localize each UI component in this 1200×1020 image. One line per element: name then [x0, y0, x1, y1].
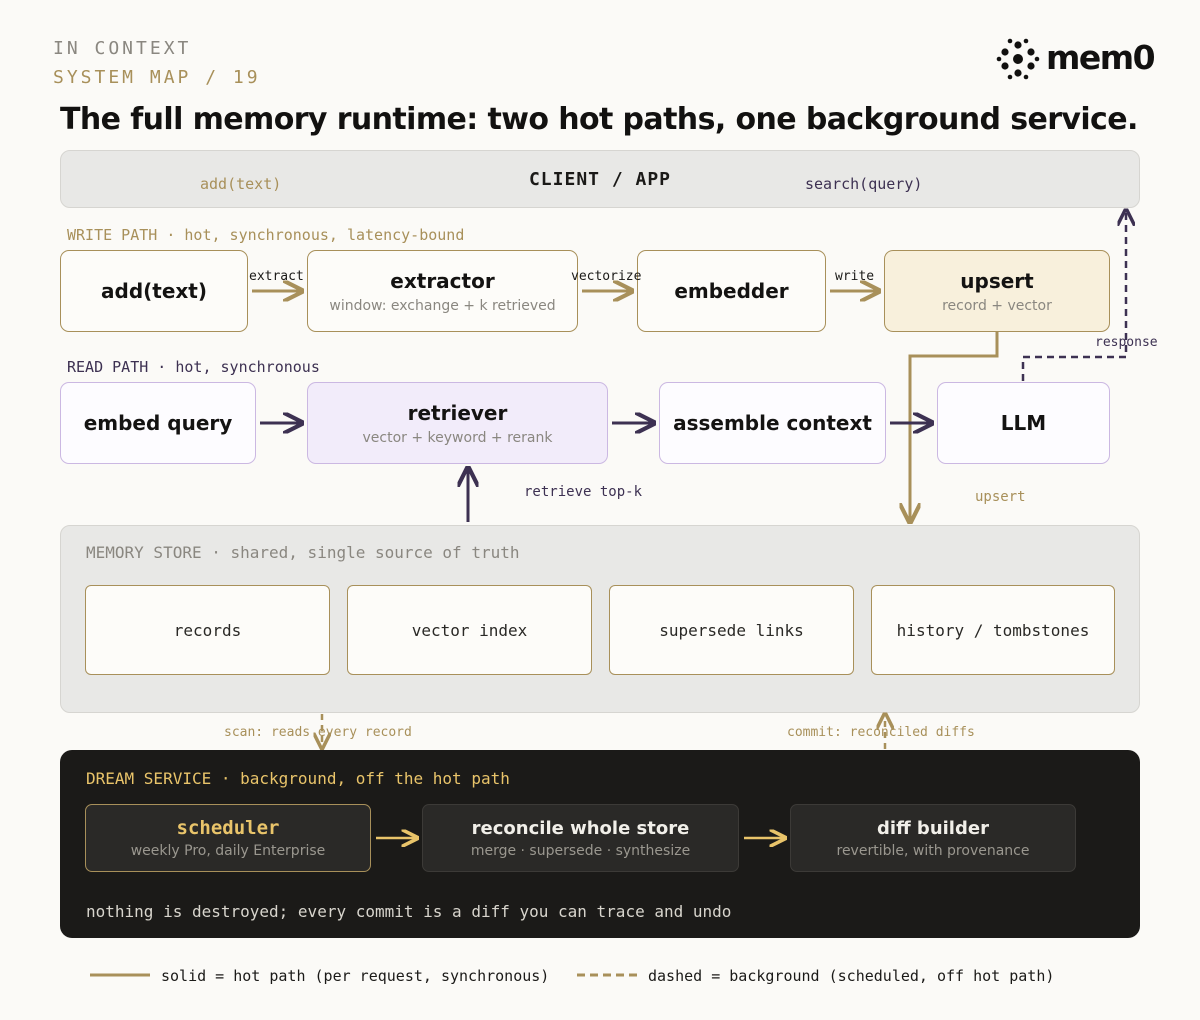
- client-search-call: search(query): [805, 175, 923, 193]
- write-node-embedder: embedder: [637, 250, 826, 332]
- write-node-extractor: extractor window: exchange + k retrieved: [307, 250, 578, 332]
- write-node-title: upsert: [960, 268, 1034, 293]
- edge-label-write: write: [835, 269, 875, 284]
- upsert-edge-label: upsert: [975, 489, 1026, 505]
- edge-label-extract: extract: [249, 269, 304, 284]
- logo-wordmark: mem0: [1046, 38, 1156, 77]
- kicker-system-map: SYSTEM MAP / 19: [53, 67, 261, 88]
- dream-node-subtitle: weekly Pro, daily Enterprise: [130, 843, 326, 859]
- read-node-llm: LLM: [937, 382, 1110, 464]
- read-node-title: embed query: [83, 411, 233, 435]
- write-node-title: embedder: [674, 279, 789, 303]
- scan-label: scan: reads every record: [224, 725, 412, 740]
- read-node-subtitle: vector + keyword + rerank: [362, 429, 553, 446]
- dream-node-subtitle: merge · supersede · synthesize: [470, 842, 691, 859]
- read-node-assemble-context: assemble context: [659, 382, 886, 464]
- dream-node-subtitle: revertible, with provenance: [836, 842, 1030, 859]
- dream-node-title: diff builder: [877, 817, 989, 839]
- dream-node-title: scheduler: [176, 817, 280, 839]
- retrieve-top-k-label: retrieve top-k: [524, 484, 643, 500]
- read-node-title: LLM: [1000, 411, 1047, 435]
- read-node-retriever: retriever vector + keyword + rerank: [307, 382, 608, 464]
- dream-node-diff-builder: diff builder revertible, with provenance: [790, 804, 1076, 872]
- kicker-in-context: IN CONTEXT: [53, 38, 192, 59]
- dream-node-title: reconcile whole store: [471, 817, 690, 839]
- write-node-subtitle: record + vector: [942, 297, 1052, 314]
- edge-label-vectorize: vectorize: [571, 269, 642, 284]
- legend-dashed-label: dashed = background (scheduled, off hot …: [648, 967, 1055, 985]
- read-path-label: READ PATH · hot, synchronous: [67, 358, 320, 376]
- response-label: response: [1095, 335, 1158, 350]
- mem0-logo: mem0: [996, 38, 1156, 80]
- store-item-vector-index: vector index: [347, 585, 592, 675]
- store-item-supersede-links: supersede links: [609, 585, 854, 675]
- write-node-add-text: add(text): [60, 250, 248, 332]
- write-node-upsert: upsert record + vector: [884, 250, 1110, 332]
- write-node-title: extractor: [390, 268, 495, 293]
- memory-store-label: MEMORY STORE · shared, single source of …: [86, 543, 520, 562]
- page-title: The full memory runtime: two hot paths, …: [60, 102, 1138, 137]
- dream-node-scheduler: scheduler weekly Pro, daily Enterprise: [85, 804, 371, 872]
- read-node-title: assemble context: [673, 411, 872, 435]
- mem0-dot-cluster-icon: [996, 38, 1040, 80]
- read-node-title: retriever: [407, 400, 508, 425]
- dream-footer-note: nothing is destroyed; every commit is a …: [86, 902, 732, 921]
- dream-node-reconcile: reconcile whole store merge · supersede …: [422, 804, 739, 872]
- dream-service-label: DREAM SERVICE · background, off the hot …: [86, 769, 510, 788]
- write-path-label: WRITE PATH · hot, synchronous, latency-b…: [67, 226, 465, 244]
- write-node-title: add(text): [101, 279, 207, 303]
- store-item-history-tombstones: history / tombstones: [871, 585, 1115, 675]
- client-add-call: add(text): [200, 175, 282, 193]
- write-node-subtitle: window: exchange + k retrieved: [329, 297, 556, 314]
- legend-solid-label: solid = hot path (per request, synchrono…: [161, 967, 550, 985]
- store-item-records: records: [85, 585, 330, 675]
- commit-label: commit: reconciled diffs: [787, 725, 975, 740]
- read-node-embed-query: embed query: [60, 382, 256, 464]
